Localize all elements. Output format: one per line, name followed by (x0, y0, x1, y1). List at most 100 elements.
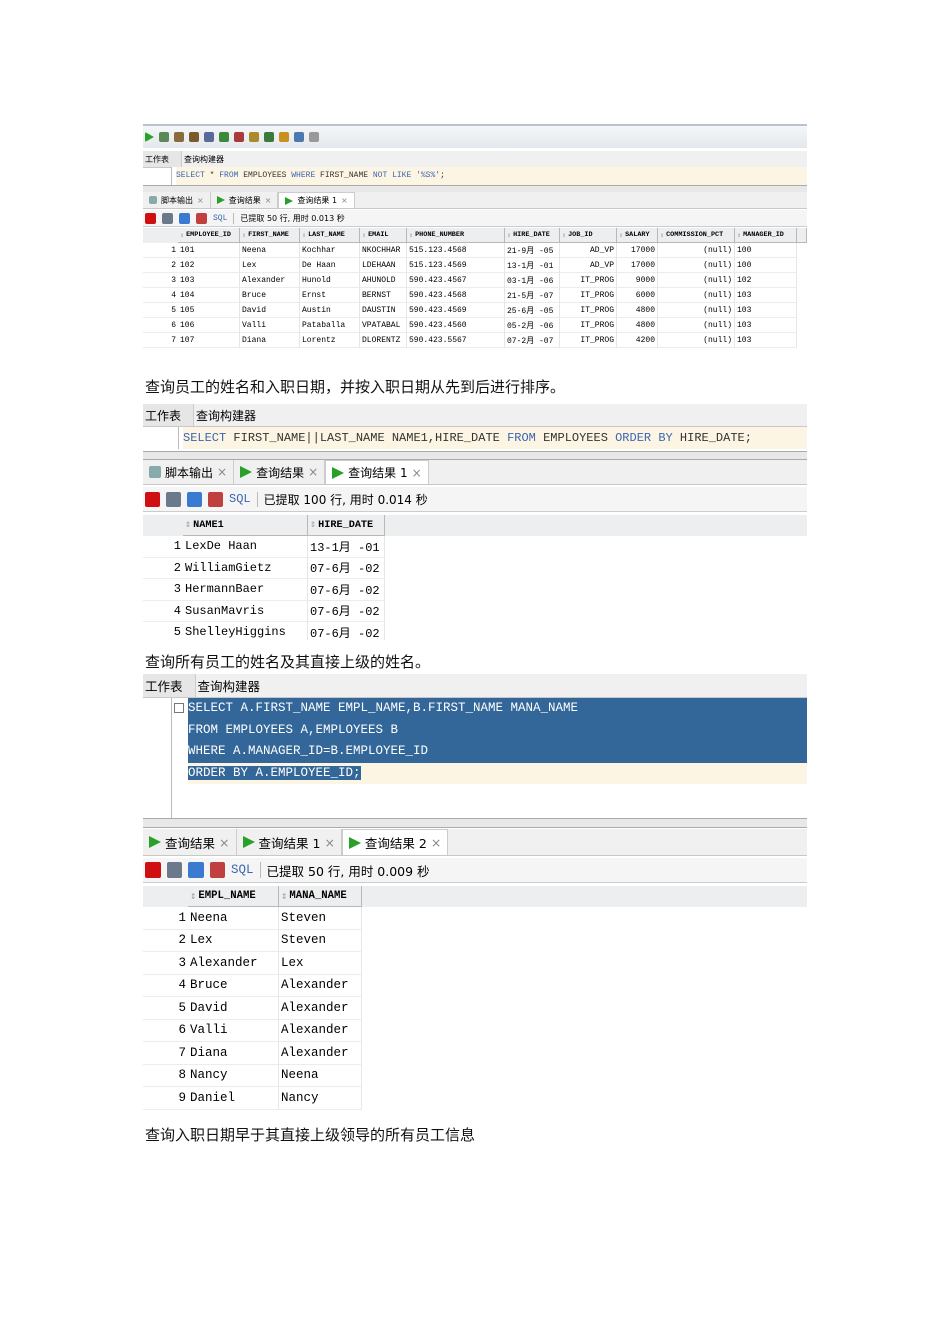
table-row[interactable]: 5 David Alexander (143, 997, 807, 1020)
cell-manager-id[interactable]: 102 (735, 273, 797, 288)
cell-last-name[interactable]: Lorentz (300, 333, 360, 348)
cell-commission-pct[interactable]: (null) (658, 258, 735, 273)
column-header-first-name[interactable]: ⇕ FIRST_NAME (240, 228, 300, 243)
cell-employee-id[interactable]: 107 (178, 333, 240, 348)
run-statement-icon[interactable] (145, 132, 154, 142)
close-tab-icon[interactable]: × (431, 835, 441, 850)
cell-last-name[interactable]: Pataballa (300, 318, 360, 333)
cell-first-name[interactable]: Alexander (240, 273, 300, 288)
rollback-icon[interactable] (234, 132, 244, 142)
cell-mana-name[interactable]: Alexander (279, 1042, 362, 1065)
table-row[interactable]: 6 106 Valli Pataballa VPATABAL 590.423.4560 05… (143, 318, 807, 333)
table-row[interactable]: 4 104 Bruce Ernst BERNST 590.423.4568 21-5月 -0… (143, 288, 807, 303)
cell-last-name[interactable]: De Haan (300, 258, 360, 273)
export-icon[interactable] (209, 862, 225, 878)
cell-empl-name[interactable]: Bruce (188, 974, 279, 997)
cell-commission-pct[interactable]: (null) (658, 288, 735, 303)
table-row[interactable]: 7 Diana Alexander (143, 1042, 807, 1065)
cell-name1[interactable]: HermannBaer (183, 579, 308, 601)
tab-worksheet[interactable]: 工作表 (143, 404, 195, 426)
result-tab-2[interactable]: 查询结果 × (234, 460, 326, 484)
refresh-icon[interactable] (187, 491, 202, 507)
cell-mana-name[interactable]: Steven (279, 929, 362, 952)
cell-mana-name[interactable]: Neena (279, 1064, 362, 1087)
commit-icon[interactable] (219, 132, 229, 142)
explain-plan-icon[interactable] (189, 132, 199, 142)
cell-empl-name[interactable]: Lex (188, 929, 279, 952)
close-tab-icon[interactable]: × (219, 835, 229, 850)
column-header-phone-number[interactable]: ⇕ PHONE_NUMBER (407, 228, 505, 243)
result-tab-1[interactable]: 脚本输出 × (143, 192, 211, 208)
tab-worksheet[interactable]: 工作表 (143, 674, 196, 697)
results-grid[interactable]: ⇕ NAME1 ⇕ HIRE_DATE 1 LexDe Haan 13-1月 -01 2 Wil… (143, 515, 807, 640)
cell-first-name[interactable]: Lex (240, 258, 300, 273)
cell-manager-id[interactable]: 103 (735, 318, 797, 333)
cell-name1[interactable]: WilliamGietz (183, 557, 308, 579)
close-tab-icon[interactable]: × (324, 835, 334, 850)
cell-phone-number[interactable]: 515.123.4568 (407, 243, 505, 258)
cell-email[interactable]: DLORENTZ (360, 333, 407, 348)
cell-phone-number[interactable]: 590.423.4568 (407, 288, 505, 303)
cell-last-name[interactable]: Hunold (300, 273, 360, 288)
cell-commission-pct[interactable]: (null) (658, 243, 735, 258)
cell-hire-date[interactable]: 13-1月 -01 (505, 258, 560, 273)
table-row[interactable]: 5 ShelleyHiggins 07-6月 -02 (143, 622, 807, 640)
cell-last-name[interactable]: Kochhar (300, 243, 360, 258)
cell-hire-date[interactable]: 07-6月 -02 (308, 579, 385, 601)
cell-empl-name[interactable]: Daniel (188, 1087, 279, 1110)
cell-commission-pct[interactable]: (null) (658, 318, 735, 333)
cell-phone-number[interactable]: 590.423.4569 (407, 303, 505, 318)
table-row[interactable]: 5 105 David Austin DAUSTIN 590.423.4569 25-6月 … (143, 303, 807, 318)
print-icon[interactable] (166, 491, 181, 507)
column-header-empl-name[interactable]: ⇕ EMPL_NAME (188, 886, 279, 907)
panel-splitter[interactable] (143, 818, 807, 828)
cell-empl-name[interactable]: Neena (188, 907, 279, 930)
cell-job-id[interactable]: IT_PROG (560, 288, 617, 303)
close-tab-icon[interactable]: × (308, 465, 318, 479)
fold-toggle-icon[interactable] (174, 703, 184, 713)
export-icon[interactable] (208, 491, 223, 507)
results-grid[interactable]: ⇕ EMPL_NAME ⇕ MANA_NAME 1 Neena Steven 2 Lex Stev… (143, 886, 807, 1116)
cell-name1[interactable]: SusanMavris (183, 600, 308, 622)
table-row[interactable]: 7 107 Diana Lorentz DLORENTZ 590.423.5567 07-2… (143, 333, 807, 348)
cell-salary[interactable]: 17000 (617, 243, 658, 258)
result-tab-3[interactable]: 查询结果 2 × (341, 829, 449, 855)
column-header-name1[interactable]: ⇕ NAME1 (183, 515, 308, 536)
cell-phone-number[interactable]: 590.423.5567 (407, 333, 505, 348)
cell-commission-pct[interactable]: (null) (658, 303, 735, 318)
pin-icon[interactable] (145, 212, 156, 224)
tab-query-builder[interactable]: 查询构建器 (182, 151, 236, 167)
column-header-hire-date[interactable]: ⇕ HIRE_DATE (308, 515, 385, 536)
print-icon[interactable] (166, 862, 182, 878)
cell-first-name[interactable]: Neena (240, 243, 300, 258)
cell-mana-name[interactable]: Lex (279, 952, 362, 975)
result-tab-3[interactable]: 查询结果 1 × (325, 460, 429, 484)
case-icon[interactable] (264, 132, 274, 142)
cell-last-name[interactable]: Ernst (300, 288, 360, 303)
cell-salary[interactable]: 17000 (617, 258, 658, 273)
table-row[interactable]: 2 Lex Steven (143, 929, 807, 952)
cell-hire-date[interactable]: 21-5月 -07 (505, 288, 560, 303)
cell-mana-name[interactable]: Nancy (279, 1087, 362, 1110)
cell-hire-date[interactable]: 07-6月 -02 (308, 600, 385, 622)
result-tab-1[interactable]: 查询结果 × (143, 829, 237, 855)
cell-employee-id[interactable]: 106 (178, 318, 240, 333)
cell-mana-name[interactable]: Alexander (279, 997, 362, 1020)
close-tab-icon[interactable]: × (341, 196, 348, 205)
cell-manager-id[interactable]: 103 (735, 333, 797, 348)
table-row[interactable]: 1 Neena Steven (143, 907, 807, 930)
cell-salary[interactable]: 4800 (617, 303, 658, 318)
cell-job-id[interactable]: IT_PROG (560, 303, 617, 318)
cell-employee-id[interactable]: 101 (178, 243, 240, 258)
format-icon[interactable] (249, 132, 259, 142)
cell-phone-number[interactable]: 590.423.4567 (407, 273, 505, 288)
sql-link[interactable]: SQL (213, 214, 227, 223)
cell-empl-name[interactable]: Alexander (188, 952, 279, 975)
result-tab-2[interactable]: 查询结果 × (211, 192, 279, 208)
cell-commission-pct[interactable]: (null) (658, 273, 735, 288)
cell-hire-date[interactable]: 21-9月 -05 (505, 243, 560, 258)
cell-manager-id[interactable]: 100 (735, 243, 797, 258)
cell-job-id[interactable]: AD_VP (560, 243, 617, 258)
results-grid[interactable]: ⇕ EMPLOYEE_ID ⇕ FIRST_NAME ⇕ LAST_NAME ⇕ EMAIL ⇕… (143, 228, 807, 352)
cell-first-name[interactable]: David (240, 303, 300, 318)
